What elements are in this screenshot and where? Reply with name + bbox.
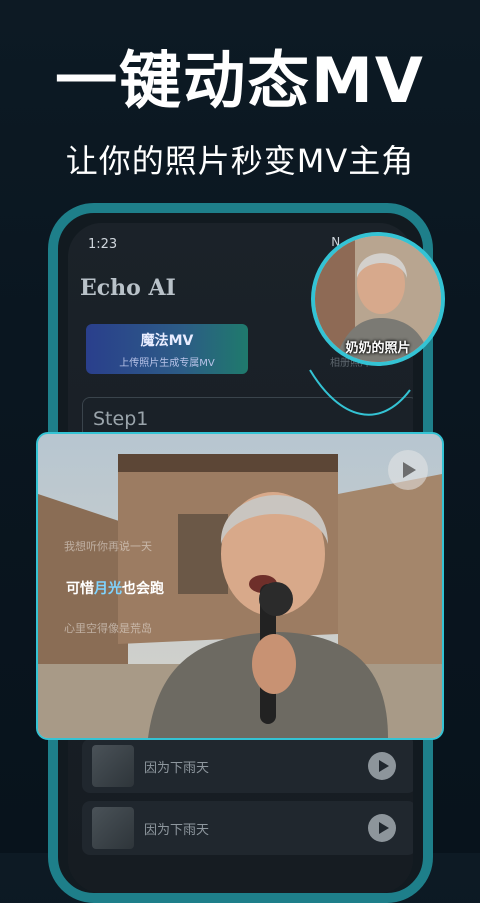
song-row[interactable]: 因为下雨天 [82,739,413,793]
tab-magic-mv-label: 魔法MV [140,333,194,349]
step-label: Step1 [93,408,149,430]
song-name: 因为下雨天 [144,761,210,776]
lyric-highlight: 月光 [94,581,122,597]
tab-magic-mv[interactable]: 魔法MV 上传照片生成专属MV [86,324,248,374]
lyric-line: 我想听你再说一天 [64,540,152,553]
lyric-line: 心里空得像是荒岛 [64,622,152,635]
play-icon[interactable] [368,752,396,780]
app-title: Echo AI [80,275,176,301]
play-icon[interactable] [368,814,396,842]
mv-preview-card[interactable]: 我想听你再说一天 可惜月光也会跑 心里空得像是荒岛 [36,432,444,740]
play-icon[interactable] [388,450,428,490]
tab-magic-mv-sublabel: 上传照片生成专属MV [119,358,215,369]
song-row[interactable]: 因为下雨天 [82,801,413,855]
connector-curve [309,369,411,416]
lyric-current-line: 可惜月光也会跑 [66,578,164,598]
promo-headline: 一键动态MV [55,44,425,117]
promo-subheadline: 让你的照片秒变MV主角 [65,142,415,180]
status-time: 1:23 [88,237,118,252]
song-thumbnail [92,807,134,849]
grandma-portrait: 奶奶的照片 [311,232,445,366]
lyric-text: 也会跑 [122,581,164,597]
song-name: 因为下雨天 [144,823,210,838]
song-thumbnail [92,745,134,787]
portrait-label: 奶奶的照片 [345,341,411,356]
lyric-text: 可惜 [66,581,94,597]
